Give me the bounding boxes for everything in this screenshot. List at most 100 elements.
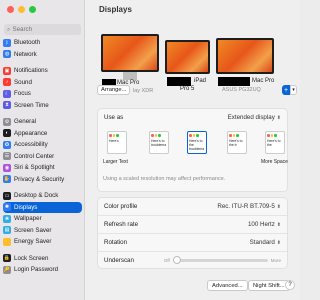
sidebar-item-label: Bluetooth — [14, 39, 41, 47]
color-profile-label: Color profile — [104, 203, 138, 210]
main-pane: Displays Mac Pro lay XDR iPad Pro 5 Mac … — [85, 0, 300, 300]
resolution-option-2[interactable]: Here's to troublema — [149, 131, 169, 154]
rotation-row: Rotation Standard ⬍ — [98, 234, 287, 252]
search-input[interactable] — [12, 26, 73, 33]
screen-time-icon: ⧗ — [3, 101, 11, 110]
resolution-option-1[interactable]: Here's — [107, 131, 127, 154]
sidebar-item-focus[interactable]: ☾ Focus — [0, 88, 84, 100]
thumb-text: Here's to the troublema — [189, 138, 205, 151]
screen-saver-icon: ▤ — [3, 226, 11, 235]
sidebar-item-lock-screen[interactable]: 🔒 Lock Screen — [0, 253, 84, 265]
appearance-icon: ◐ — [3, 129, 11, 138]
bluetooth-icon: ᛒ — [3, 38, 11, 47]
color-profile-row: Color profile Rec. ITU-R BT.709-5 ⬍ — [98, 198, 287, 216]
refresh-rate-label: Refresh rate — [104, 221, 139, 228]
sidebar-item-desktop-dock[interactable]: ▭ Desktop & Dock — [0, 190, 84, 202]
sidebar-item-accessibility[interactable]: ✪ Accessibility — [0, 139, 84, 151]
slider-thumb[interactable] — [172, 256, 181, 264]
monitor-3-name: Mac Pro — [252, 78, 275, 84]
desktop-dock-icon: ▭ — [3, 191, 11, 200]
underscan-control: Off More — [163, 256, 281, 264]
sidebar-item-sound[interactable]: ♪ Sound — [0, 77, 84, 89]
rotation-select[interactable]: Standard ⬍ — [250, 239, 281, 246]
close-button[interactable] — [7, 6, 14, 13]
sidebar-item-label: Accessibility — [14, 141, 48, 149]
sidebar-item-label: Privacy & Security — [14, 175, 65, 183]
displays-icon: ✺ — [3, 203, 11, 212]
sidebar-item-bluetooth[interactable]: ᛒ Bluetooth — [0, 37, 84, 49]
wallpaper-icon: ❀ — [3, 214, 11, 223]
lock-screen-icon: 🔒 — [3, 254, 11, 263]
chevron-updown-icon: ⬍ — [276, 239, 281, 246]
color-profile-select[interactable]: Rec. ITU-R BT.709-5 ⬍ — [217, 203, 281, 210]
sidebar-item-screen-saver[interactable]: ▤ Screen Saver — [0, 225, 84, 237]
more-space-label: More Space — [261, 159, 288, 165]
notifications-icon: ▣ — [3, 66, 11, 75]
sidebar-item-displays[interactable]: ✺ Displays — [3, 201, 82, 213]
monitor-1-subtitle: lay XDR — [133, 88, 154, 94]
search-field[interactable]: ⌕ — [4, 24, 81, 35]
night-shift-button[interactable]: Night Shift... — [248, 280, 290, 291]
underscan-row: Underscan Off More — [98, 252, 287, 268]
monitor-2[interactable] — [165, 40, 210, 74]
chevron-down-icon[interactable]: ▾ — [290, 85, 297, 95]
sidebar-item-wallpaper[interactable]: ❀ Wallpaper — [0, 213, 84, 225]
sidebar-item-label: Login Password — [14, 266, 59, 274]
underscan-off-label: Off — [163, 257, 170, 263]
sidebar-item-label: General — [14, 118, 37, 126]
siri-spotlight-icon: ◉ — [3, 163, 11, 172]
help-button[interactable]: ? — [285, 280, 295, 290]
thumb-text: Here's — [109, 138, 119, 143]
performance-hint: Using a scaled resolution may affect per… — [103, 176, 226, 182]
monitor-3[interactable] — [216, 38, 274, 74]
use-as-select[interactable]: Extended display ⬍ — [228, 114, 281, 121]
sidebar: ⌕ ᛒBluetooth◍Network▣Notifications♪Sound… — [0, 0, 85, 300]
chevron-updown-icon: ⬍ — [276, 203, 281, 210]
zoom-button[interactable] — [29, 6, 36, 13]
login-password-icon: 🔑 — [3, 265, 11, 274]
sidebar-item-general[interactable]: ⚙ General — [0, 116, 84, 128]
sound-icon: ♪ — [3, 78, 11, 87]
monitor-3-subtitle: ASUS PG32UQ — [222, 87, 261, 93]
search-icon: ⌕ — [7, 25, 11, 33]
thumb-text: Here's to troublema — [151, 138, 167, 147]
arrange-button[interactable]: Arrange... — [97, 85, 131, 95]
minimize-button[interactable] — [18, 6, 25, 13]
sidebar-item-label: Displays — [14, 203, 38, 211]
monitor-2-subtitle: Pro 5 — [180, 86, 195, 92]
sidebar-item-label: Control Center — [14, 152, 55, 160]
sidebar-item-siri-spotlight[interactable]: ◉ Siri & Spotlight — [0, 162, 84, 174]
page-title: Displays — [99, 5, 132, 14]
sidebar-item-energy-saver[interactable]: ⚡ Energy Saver — [0, 236, 84, 248]
sidebar-item-label: Siri & Spotlight — [14, 164, 55, 172]
resolution-option-4[interactable]: Here's to the tr — [227, 131, 247, 154]
window-controls — [7, 6, 36, 13]
sidebar-list: ᛒ Bluetooth ◍ Network ▣ Notifications ♪ Sound ☾ F… — [0, 37, 84, 276]
monitor-2-name: iPad — [194, 78, 207, 84]
refresh-rate-row: Refresh rate 100 Hertz ⬍ — [98, 216, 287, 234]
sidebar-item-label: Desktop & Dock — [14, 192, 59, 200]
sidebar-item-label: Lock Screen — [14, 254, 49, 262]
resolution-options: Here's Here's to troublema Here's to the… — [99, 131, 288, 167]
advanced-button[interactable]: Advanced... — [207, 280, 248, 291]
network-icon: ◍ — [3, 50, 11, 59]
refresh-rate-select[interactable]: 100 Hertz ⬍ — [248, 221, 281, 228]
sidebar-item-label: Network — [14, 50, 37, 58]
add-display-button[interactable]: + — [282, 85, 290, 95]
color-profile-value: Rec. ITU-R BT.709-5 — [217, 203, 275, 210]
sidebar-item-screen-time[interactable]: ⧗ Screen Time — [0, 100, 84, 112]
sidebar-item-appearance[interactable]: ◐ Appearance — [0, 128, 84, 140]
sidebar-item-label: Appearance — [14, 129, 48, 137]
sidebar-item-notifications[interactable]: ▣ Notifications — [0, 65, 84, 77]
resolution-option-3[interactable]: Here's to the troublema — [187, 131, 207, 154]
privacy-security-icon: ✋ — [3, 175, 11, 184]
sidebar-item-control-center[interactable]: ☰ Control Center — [0, 151, 84, 163]
use-as-label: Use as — [104, 114, 124, 121]
sidebar-item-login-password[interactable]: 🔑 Login Password — [0, 264, 84, 276]
resolution-option-5[interactable]: Here's to the — [265, 131, 285, 154]
underscan-more-label: More — [270, 257, 281, 263]
sidebar-item-network[interactable]: ◍ Network — [0, 49, 84, 61]
sidebar-item-privacy-security[interactable]: ✋ Privacy & Security — [0, 174, 84, 186]
monitor-1[interactable] — [101, 34, 159, 80]
underscan-slider[interactable] — [172, 256, 268, 264]
